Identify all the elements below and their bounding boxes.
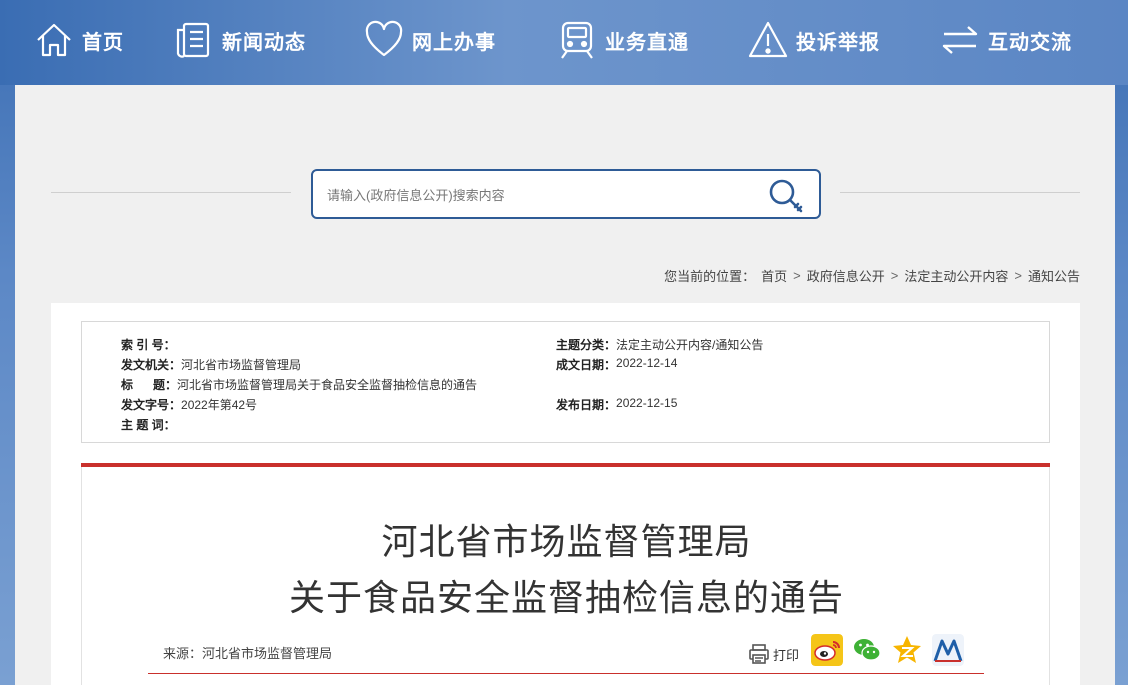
- main-panel: 您当前的位置： 首页 > 政府信息公开 > 法定主动公开内容 > 通知公告 索 …: [15, 85, 1115, 685]
- breadcrumb-gov-info[interactable]: 政府信息公开: [807, 266, 885, 285]
- breadcrumb: 您当前的位置： 首页 > 政府信息公开 > 法定主动公开内容 > 通知公告: [664, 266, 1080, 285]
- nav-label-home: 首页: [82, 31, 124, 54]
- article-title-line2: 关于食品安全监督抽检信息的通告: [288, 578, 844, 619]
- article-divider: [148, 673, 984, 674]
- meta-doc-no: 发文字号： 2022年第42号: [121, 396, 257, 413]
- breadcrumb-public-content[interactable]: 法定主动公开内容: [904, 266, 1008, 285]
- search-icon[interactable]: [767, 177, 805, 215]
- breadcrumb-home[interactable]: 首页: [761, 266, 787, 285]
- search-input[interactable]: [327, 183, 747, 207]
- print-button[interactable]: 打印: [748, 643, 799, 665]
- printer-icon: [749, 644, 769, 664]
- search-box: [311, 169, 821, 219]
- meta-value: 2022-12-14: [616, 356, 678, 370]
- train-icon: [561, 21, 593, 59]
- meta-key: 发文机关：: [121, 358, 182, 372]
- exchange-icon: [942, 26, 978, 54]
- search-divider-right: [840, 192, 1080, 193]
- news-icon: [176, 22, 210, 58]
- nav-item-interaction[interactable]: 互动交流: [940, 18, 1072, 62]
- top-nav: 首页 新闻动态 网上办事 业务直通 投诉举报 互动交流: [0, 0, 1128, 85]
- meta-category: 主题分类： 法定主动公开内容/通知公告: [556, 336, 763, 353]
- content-card: 索 引 号： 发文机关： 河北省市场监督管理局 标 题： 河北省市场监督管理局关…: [51, 303, 1080, 685]
- meta-key: 索 引 号：: [121, 338, 176, 352]
- article-title-line1: 河北省市场监督管理局: [381, 522, 752, 563]
- print-label: 打印: [773, 647, 800, 663]
- people-daily-icon[interactable]: [932, 634, 964, 666]
- breadcrumb-separator: >: [793, 268, 801, 283]
- meta-index-no: 索 引 号：: [121, 336, 176, 353]
- meta-issuer: 发文机关： 河北省市场监督管理局: [121, 356, 301, 373]
- meta-key: 成文日期：: [556, 358, 617, 372]
- home-icon: [37, 23, 71, 57]
- meta-value: 2022年第42号: [181, 398, 258, 412]
- weibo-icon[interactable]: [811, 634, 843, 666]
- search-divider-left: [51, 192, 291, 193]
- meta-key: 主 题 词：: [121, 418, 176, 432]
- meta-value: 河北省市场监督管理局: [181, 358, 302, 372]
- nav-item-home[interactable]: 首页: [34, 18, 124, 62]
- warning-icon: [748, 21, 788, 58]
- nav-label-news: 新闻动态: [222, 31, 306, 54]
- article-body: 河北省市场监督管理局 关于食品安全监督抽检信息的通告 来源：河北省市场监督管理局…: [81, 467, 1050, 685]
- meta-keywords: 主 题 词：: [121, 416, 176, 433]
- nav-item-news[interactable]: 新闻动态: [174, 18, 306, 62]
- breadcrumb-notice[interactable]: 通知公告: [1028, 266, 1080, 285]
- meta-value: 2022-12-15: [616, 396, 678, 410]
- meta-key: 标 题：: [121, 378, 178, 392]
- nav-label-interaction: 互动交流: [988, 31, 1072, 54]
- meta-value: 河北省市场监督管理局关于食品安全监督抽检信息的通告: [177, 378, 478, 392]
- meta-value: 法定主动公开内容/通知公告: [616, 338, 764, 352]
- qzone-icon[interactable]: [891, 634, 923, 666]
- nav-item-business[interactable]: 业务直通: [557, 18, 689, 62]
- breadcrumb-separator: >: [1014, 268, 1022, 283]
- nav-item-online-service[interactable]: 网上办事: [364, 18, 496, 62]
- meta-key: 主题分类：: [556, 338, 617, 352]
- nav-label-online-service: 网上办事: [412, 31, 496, 54]
- nav-label-business: 业务直通: [605, 31, 689, 54]
- meta-key: 发文字号：: [121, 398, 182, 412]
- meta-title: 标 题： 河北省市场监督管理局关于食品安全监督抽检信息的通告: [121, 376, 477, 393]
- article-source: 来源：河北省市场监督管理局: [163, 646, 333, 661]
- nav-label-complaint: 投诉举报: [796, 31, 880, 54]
- meta-key: 发布日期：: [556, 398, 617, 412]
- meta-published-date: 发布日期： 2022-12-15: [556, 396, 677, 413]
- breadcrumb-separator: >: [890, 268, 899, 283]
- nav-item-complaint[interactable]: 投诉举报: [748, 18, 880, 62]
- breadcrumb-prefix: 您当前的位置：: [664, 269, 756, 284]
- meta-created-date: 成文日期： 2022-12-14: [556, 356, 677, 373]
- document-meta-table: 索 引 号： 发文机关： 河北省市场监督管理局 标 题： 河北省市场监督管理局关…: [81, 321, 1050, 443]
- wechat-icon[interactable]: [851, 634, 883, 666]
- heart-icon: [365, 20, 403, 57]
